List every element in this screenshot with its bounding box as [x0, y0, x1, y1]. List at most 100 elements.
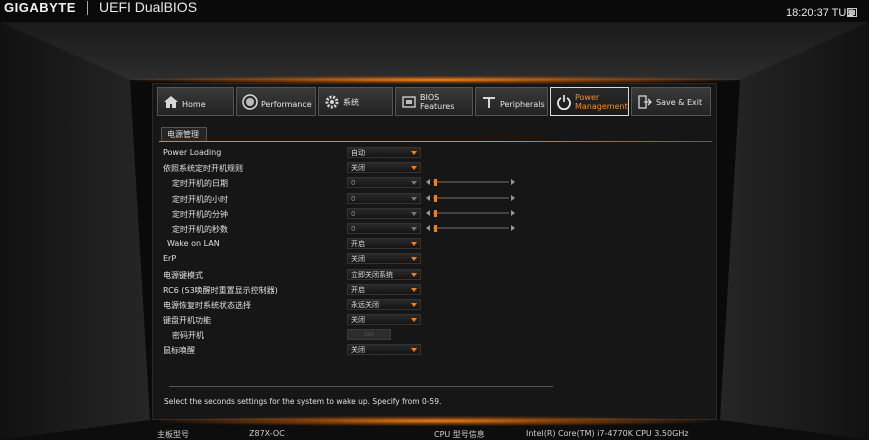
setting-dropdown[interactable]: 开启	[347, 283, 421, 295]
chevron-down-icon	[411, 287, 417, 292]
setting-row[interactable]: 定时开机的分钟 0	[163, 207, 713, 222]
setting-slider[interactable]	[426, 179, 516, 187]
tab-power-management[interactable]: Power Management	[550, 87, 629, 116]
chevron-left-icon[interactable]	[426, 224, 430, 231]
chevron-right-icon[interactable]	[511, 209, 515, 216]
product-title: UEFI DualBIOS	[99, 0, 198, 15]
chevron-left-icon[interactable]	[426, 179, 430, 186]
setting-row[interactable]: 鼠标唤醒 关闭	[163, 343, 713, 358]
setting-label: 键盘开机功能	[163, 316, 211, 326]
setting-row[interactable]: 定时开机的日期 0	[163, 176, 713, 191]
setting-dropdown[interactable]: 自动	[347, 147, 421, 158]
setting-dropdown[interactable]: 关闭	[347, 344, 421, 356]
setting-slider[interactable]	[426, 194, 516, 202]
setting-dropdown[interactable]: 0	[347, 192, 421, 204]
dropdown-value: 0	[351, 209, 356, 218]
slider-knob[interactable]	[434, 179, 437, 187]
brand-logo: GIGABYTE	[4, 0, 76, 15]
setting-dropdown[interactable]: 开启	[347, 238, 421, 250]
slider-track[interactable]	[433, 196, 509, 199]
chevron-right-icon[interactable]	[511, 224, 515, 231]
dropdown-value: 0	[351, 224, 356, 233]
setting-row[interactable]: 定时开机的秒数 0	[163, 222, 713, 237]
tab-peripherals[interactable]: Peripherals	[475, 87, 548, 116]
chevron-right-icon[interactable]	[511, 194, 515, 201]
setting-dropdown[interactable]: 0	[347, 222, 421, 234]
setting-row[interactable]: 电源恢复时系统状态选择 永远关闭	[163, 298, 713, 313]
setting-label: 密码开机	[172, 331, 204, 341]
setting-row[interactable]: 定时开机的小时 0	[163, 192, 713, 207]
setting-dropdown[interactable]: 关闭	[347, 162, 421, 174]
setting-label: 依照系统定时开机规则	[163, 164, 243, 174]
setting-label: 定时开机的小时	[172, 194, 228, 204]
setting-label: 定时开机的分钟	[172, 209, 228, 219]
setting-dropdown[interactable]: 0	[347, 207, 421, 219]
keyboard-icon[interactable]	[847, 8, 857, 17]
dropdown-value: 关闭	[351, 346, 365, 355]
brand-separator	[87, 1, 88, 15]
slider-track[interactable]	[433, 211, 509, 214]
tab-save-exit[interactable]: Save & Exit	[631, 87, 711, 116]
help-divider	[169, 386, 553, 387]
chevron-down-icon	[411, 242, 417, 247]
dropdown-value: 永远关闭	[351, 300, 379, 309]
chevron-down-icon	[411, 181, 417, 186]
chevron-right-icon[interactable]	[511, 179, 515, 186]
chevron-down-icon	[411, 302, 417, 307]
model-value: Z87X-OC	[249, 429, 285, 438]
setting-dropdown[interactable]: 关闭	[347, 253, 421, 265]
chevron-left-icon[interactable]	[426, 194, 430, 201]
tab-home[interactable]: Home	[157, 87, 234, 116]
setting-dropdown[interactable]: 关闭	[347, 314, 421, 326]
setting-row[interactable]: 键盘开机功能 关闭	[163, 313, 713, 328]
tab-system-label: 系统	[343, 98, 359, 107]
slider-knob[interactable]	[434, 194, 437, 202]
setting-row[interactable]: Wake on LAN 开启	[163, 237, 713, 252]
dropdown-value: 关闭	[351, 255, 365, 264]
setting-label: RC6 (S3唤醒时重置显示控制器)	[163, 285, 278, 295]
setting-row[interactable]: ErP 关闭	[163, 252, 713, 267]
setting-slider[interactable]	[426, 224, 516, 232]
chevron-down-icon	[411, 318, 417, 323]
tab-home-label: Home	[182, 100, 206, 109]
chevron-down-icon	[411, 257, 417, 262]
settings-list: Power Loading 自动 依照系统定时开机规则 关闭 定时开机的日期 0…	[163, 146, 713, 359]
tab-save-exit-label: Save & Exit	[656, 98, 703, 107]
chevron-down-icon	[411, 272, 417, 277]
section-divider	[159, 141, 712, 142]
slider-track[interactable]	[433, 226, 509, 229]
setting-label: 鼠标唤醒	[163, 346, 195, 356]
tab-bios-features[interactable]: BIOS Features	[395, 87, 473, 116]
setting-dropdown[interactable]: 永远关闭	[347, 298, 421, 310]
tab-performance[interactable]: Performance	[236, 87, 316, 116]
setting-row[interactable]: RC6 (S3唤醒时重置显示控制器) 开启	[163, 283, 713, 298]
chevron-left-icon[interactable]	[426, 209, 430, 216]
setting-row[interactable]: 依照系统定时开机规则 关闭	[163, 161, 713, 176]
cpu-label: CPU 型号信息	[434, 430, 485, 439]
chevron-down-icon	[411, 166, 417, 171]
tab-system[interactable]: 系统	[318, 87, 393, 116]
home-icon	[163, 94, 179, 110]
peripherals-icon	[481, 94, 497, 110]
setting-label: Power Loading	[163, 148, 222, 157]
section-title: 电源管理	[161, 127, 207, 141]
gauge-icon	[242, 93, 258, 110]
setting-row[interactable]: 密码开机 Set	[163, 328, 713, 343]
setting-dropdown[interactable]: 立即关闭系统	[347, 268, 421, 280]
slider-track[interactable]	[433, 181, 509, 184]
setting-label: 定时开机的日期	[172, 179, 228, 189]
setting-row[interactable]: 电源键模式 立即关闭系统	[163, 268, 713, 283]
slider-knob[interactable]	[434, 209, 437, 217]
dropdown-value: 0	[351, 194, 356, 203]
power-icon	[556, 94, 572, 110]
dropdown-value: 关闭	[351, 316, 365, 325]
setting-label: 电源恢复时系统状态选择	[163, 300, 251, 310]
slider-knob[interactable]	[434, 224, 437, 232]
setting-dropdown[interactable]: 0	[347, 177, 421, 189]
setting-row[interactable]: Power Loading 自动	[163, 146, 713, 161]
setting-slider[interactable]	[426, 209, 516, 217]
system-info-bar: 主板型号 Z87X-OC CPU 型号信息 Intel(R) Core(TM) …	[0, 426, 869, 440]
chevron-down-icon	[411, 226, 417, 231]
setting-label: 定时开机的秒数	[172, 224, 228, 234]
dropdown-value: 开启	[351, 285, 365, 294]
